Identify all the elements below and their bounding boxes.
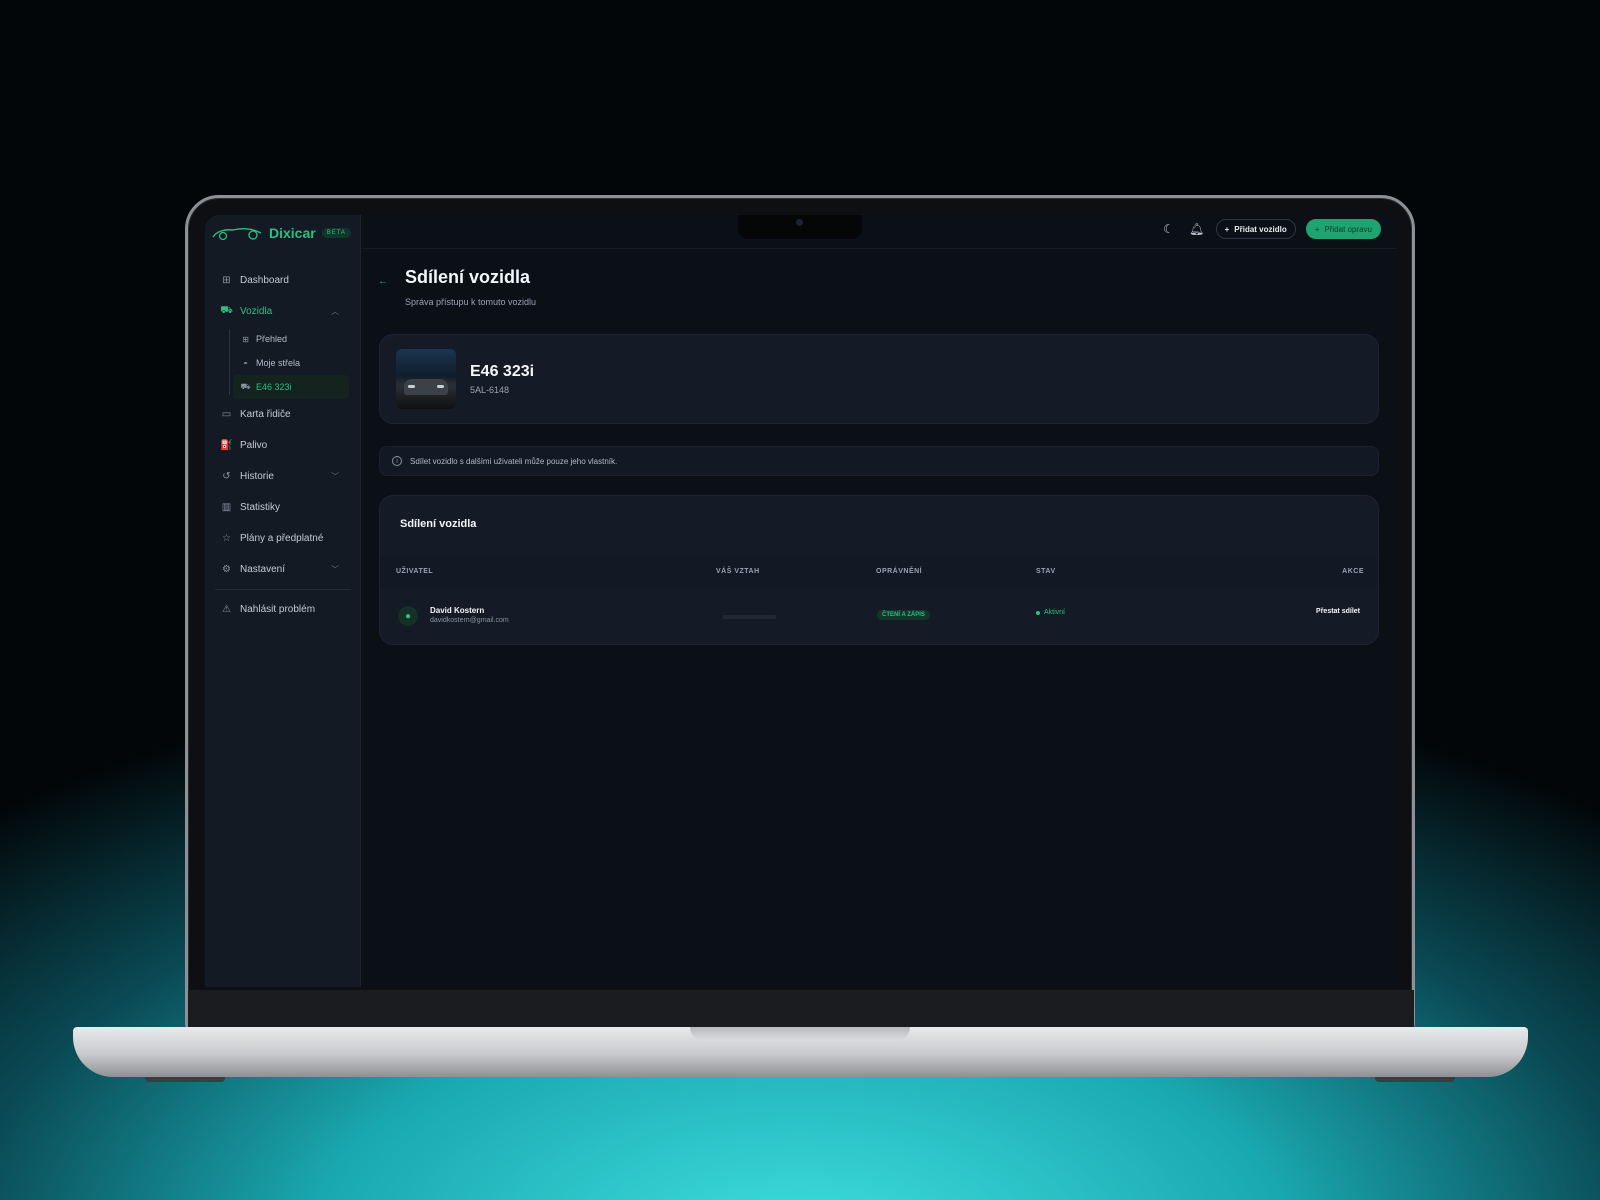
id-card-icon: ▭ [221, 409, 232, 420]
sidebar-item-label: Palivo [240, 440, 268, 451]
column-header-relation: VÁŠ VZTAH [716, 568, 760, 575]
chevron-down-icon: ﹀ [331, 472, 339, 481]
sidebar-item-label: Plány a předplatné [240, 533, 324, 544]
vehicle-name: E46 323i [470, 363, 535, 380]
sidebar-item-vozidla[interactable]: ⛟ Vozidla ︿ [205, 296, 361, 327]
column-header-permission: OPRÁVNĚNÍ [876, 568, 923, 575]
sidebar-item-nastaveni[interactable]: ⚙ Nastavení ﹀ [205, 554, 361, 585]
sidebar-item-label: Karta řidiče [240, 409, 291, 420]
top-bar: ☾ 🔔︎ + Přidat vozidlo + Přidat opravu [361, 215, 1397, 249]
star-icon: ☆ [222, 533, 231, 544]
sidebar-item-plany[interactable]: ☆ Plány a předplatné [205, 523, 361, 554]
sharing-title: Sdílení vozidla [400, 518, 477, 530]
sidebar-nav: ⊞ Dashboard ⛟ Vozidla ︿ ⊞ Přehled ◓ Moje… [205, 265, 361, 625]
sidebar-item-label: Vozidla [240, 306, 273, 317]
sidebar-subitem-prehled[interactable]: ⊞ Přehled [205, 327, 361, 351]
sidebar-item-label: Dashboard [240, 275, 289, 286]
sharing-card: Sdílení vozidla UŽIVATEL VÁŠ VZTAH OPRÁV… [379, 495, 1379, 645]
vehicle-photo-headlight [408, 385, 415, 388]
sidebar-subitem-label: E46 323i [256, 382, 292, 392]
laptop-foot [145, 1077, 225, 1082]
add-vehicle-label: Přidat vozidlo [1234, 224, 1287, 234]
brand-logo[interactable]: Dixicar BETA [211, 223, 351, 243]
camera-notch [738, 215, 862, 239]
status-badge: Aktivní [1036, 609, 1065, 616]
sidebar: Dixicar BETA ⊞ Dashboard ⛟ Vozidla ︿ ⊞ P… [205, 215, 361, 987]
page-title: Sdílení vozidla [405, 267, 531, 287]
plus-icon: + [1314, 224, 1320, 234]
laptop-chin [188, 990, 1414, 1027]
warning-icon: ⚠ [222, 604, 231, 615]
sidebar-item-palivo[interactable]: ⛽ Palivo [205, 430, 361, 461]
back-arrow-icon[interactable]: ← [378, 276, 388, 287]
chart-icon: ▥ [221, 502, 232, 513]
beta-badge: BETA [321, 228, 351, 238]
sidebar-item-label: Nahlásit problém [240, 604, 316, 615]
moon-icon[interactable]: ☾ [1160, 220, 1178, 238]
settings-icon: ⚙ [222, 564, 231, 575]
vehicle-photo-headlight [437, 385, 444, 388]
page-subtitle: Správa přístupu k tomuto vozidlu [405, 297, 537, 307]
stop-sharing-button[interactable]: Přestat sdílet [1316, 608, 1360, 615]
table-header: UŽIVATEL VÁŠ VZTAH OPRÁVNĚNÍ STAV AKCE [380, 556, 1378, 588]
sidebar-subitem-e46[interactable]: ⛟ E46 323i [233, 375, 349, 399]
info-icon: i [392, 456, 402, 466]
status-dot [1036, 610, 1040, 615]
app-screen: Dixicar BETA ⊞ Dashboard ⛟ Vozidla ︿ ⊞ P… [205, 215, 1397, 987]
car-logo-icon [212, 228, 262, 241]
add-repair-button[interactable]: + Přidat opravu [1305, 219, 1381, 239]
top-actions: ☾ 🔔︎ + Přidat vozidlo + Přidat opravu [1160, 219, 1381, 239]
history-icon: ↺ [222, 471, 231, 482]
car-icon: ⛟ [240, 382, 251, 391]
vehicle-plate: 5AL-6148 [470, 385, 510, 395]
sidebar-item-label: Statistiky [240, 502, 281, 513]
user-avatar-icon: ● [398, 606, 418, 626]
sidebar-submenu: ⊞ Přehled ◓ Moje střela ⛟ E46 323i [205, 327, 361, 399]
grid-icon: ⊞ [222, 275, 231, 286]
user-email: davidkostern@gmail.com [430, 617, 509, 624]
sidebar-subitem-moje-strela[interactable]: ◓ Moje střela [205, 351, 361, 375]
sidebar-item-label: Historie [240, 471, 274, 482]
relation-placeholder [722, 615, 776, 619]
car-icon: ⛟ [220, 305, 233, 316]
fuel-icon: ⛽ [220, 440, 233, 451]
bell-icon[interactable]: 🔔︎ [1188, 220, 1206, 238]
sidebar-subitem-label: Moje střela [256, 358, 301, 368]
car-icon: ◓ [243, 358, 248, 368]
vehicle-card: E46 323i 5AL-6148 [379, 334, 1379, 424]
laptop-foot [1375, 1077, 1455, 1082]
column-header-status: STAV [1036, 568, 1056, 575]
chevron-down-icon: ﹀ [331, 565, 339, 574]
vehicle-photo [396, 349, 456, 409]
status-label: Aktivní [1044, 609, 1066, 616]
sidebar-item-historie[interactable]: ↺ Historie ﹀ [205, 461, 361, 492]
sidebar-subitem-label: Přehled [256, 334, 288, 344]
sidebar-item-dashboard[interactable]: ⊞ Dashboard [205, 265, 361, 296]
plus-icon: + [1224, 224, 1230, 234]
permission-badge: ČTENÍ A ZÁPIS [877, 610, 930, 620]
add-vehicle-button[interactable]: + Přidat vozidlo [1215, 219, 1296, 239]
info-notice: i Sdílet vozidlo s dalšími uživateli můž… [379, 446, 1379, 476]
grid-icon: ⊞ [242, 334, 249, 344]
sidebar-item-nahlasit-problem[interactable]: ⚠ Nahlásit problém [205, 594, 361, 625]
add-repair-label: Přidat opravu [1324, 224, 1372, 234]
info-text: Sdílet vozidlo s dalšími uživateli může … [410, 456, 618, 466]
table-row: ● David Kostern davidkostern@gmail.com Č… [380, 592, 1378, 642]
laptop-opening-notch [690, 1027, 910, 1041]
column-header-user: UŽIVATEL [396, 568, 434, 575]
sidebar-item-label: Nastavení [240, 564, 286, 575]
brand-name: Dixicar [269, 225, 316, 241]
sidebar-item-karta-ridice[interactable]: ▭ Karta řidiče [205, 399, 361, 430]
chevron-up-icon: ︿ [331, 307, 339, 316]
sidebar-divider [215, 589, 351, 590]
user-name: David Kostern [430, 606, 485, 615]
sidebar-item-statistiky[interactable]: ▥ Statistiky [205, 492, 361, 523]
column-header-actions: AKCE [1342, 568, 1364, 575]
